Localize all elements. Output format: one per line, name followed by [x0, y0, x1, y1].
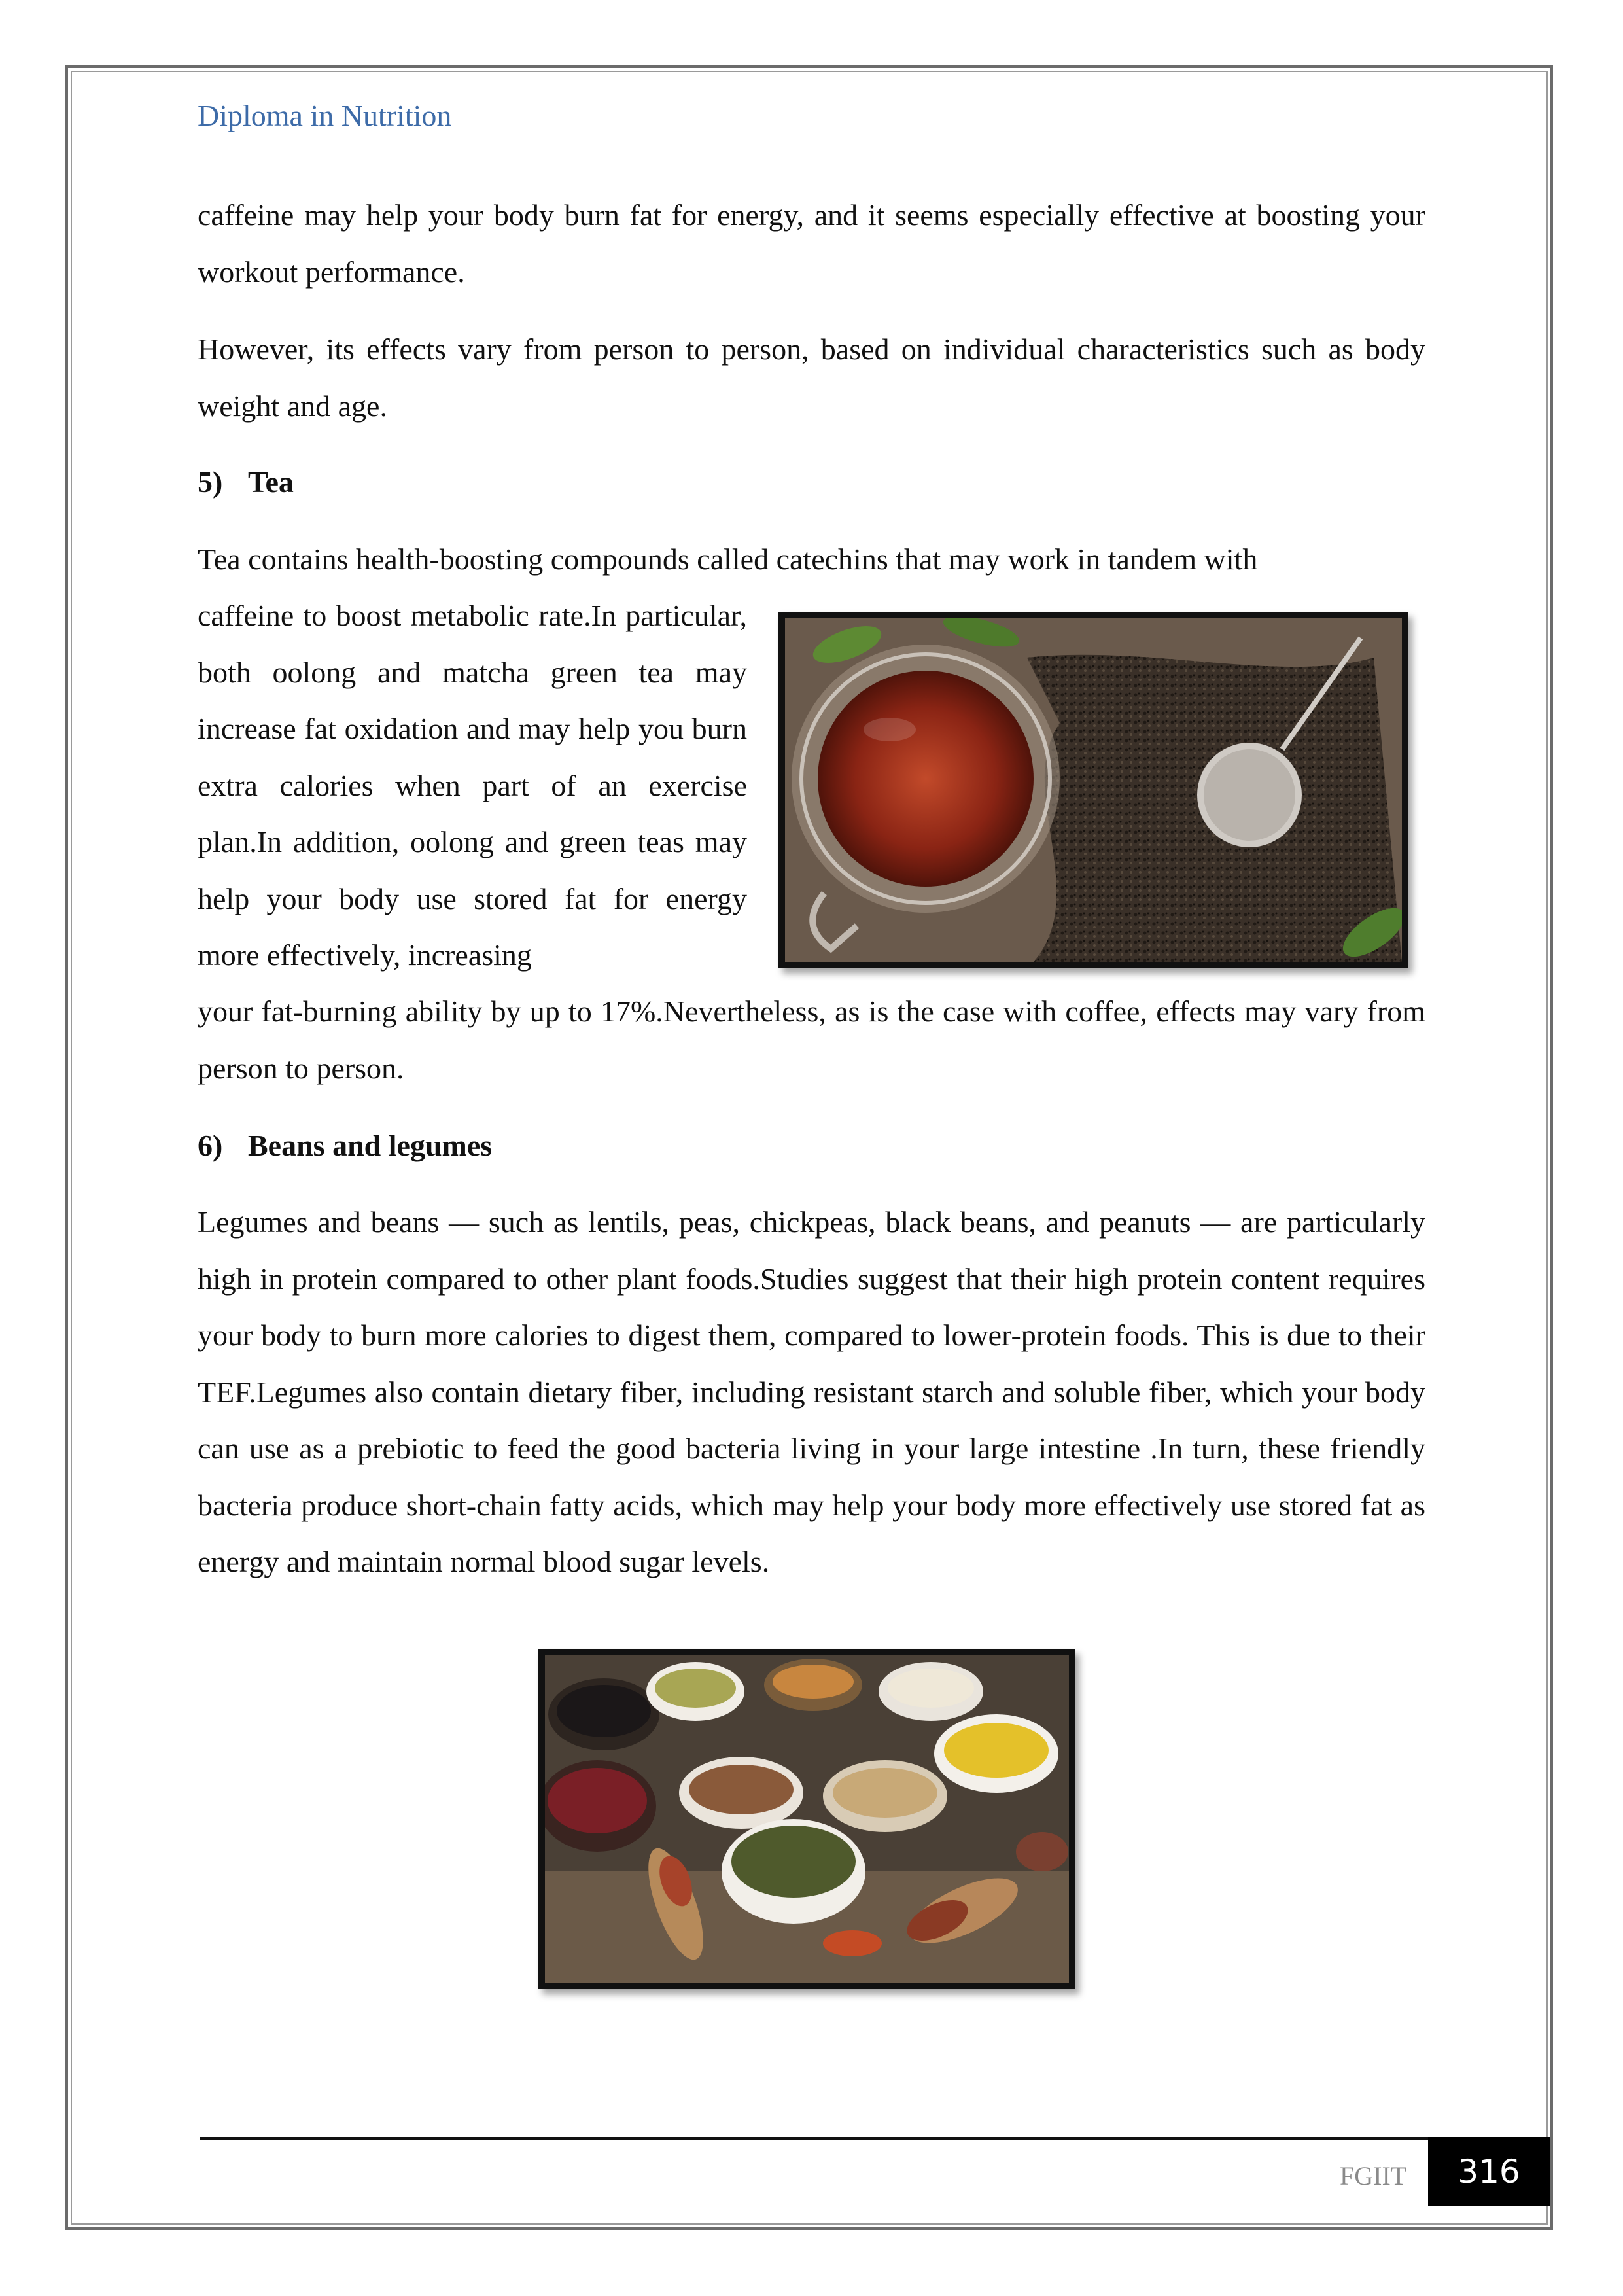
tea-paragraph-rest: your fat-burning ability by up to 17%.Ne… [198, 995, 1425, 1085]
tea-photo [778, 612, 1408, 968]
running-header: Diploma in Nutrition [198, 99, 452, 132]
section-heading-tea: 5) Tea [198, 465, 294, 499]
beans-legumes-photo [538, 1649, 1075, 1989]
section-title: Tea [248, 465, 294, 499]
section-title: Beans and legumes [248, 1129, 493, 1162]
paragraph-caffeine: caffeine may help your body burn fat for… [198, 198, 1425, 289]
section-number: 5) [198, 465, 223, 499]
page-number: 316 [1428, 2137, 1550, 2206]
tea-paragraph-line1: Tea contains health-boosting compounds c… [198, 542, 1258, 576]
footer-rule [200, 2137, 1550, 2140]
section-number: 6) [198, 1129, 223, 1162]
footer-label: FGIIT [1340, 2161, 1407, 2191]
beans-paragraph: Legumes and beans — such as lentils, pea… [198, 1205, 1425, 1578]
paragraph-effects-vary: However, its effects vary from person to… [198, 332, 1425, 423]
tea-paragraph-wrapped: caffeine to boost metabolic rate.In part… [198, 599, 747, 972]
section-heading-beans: 6) Beans and legumes [198, 1128, 492, 1163]
